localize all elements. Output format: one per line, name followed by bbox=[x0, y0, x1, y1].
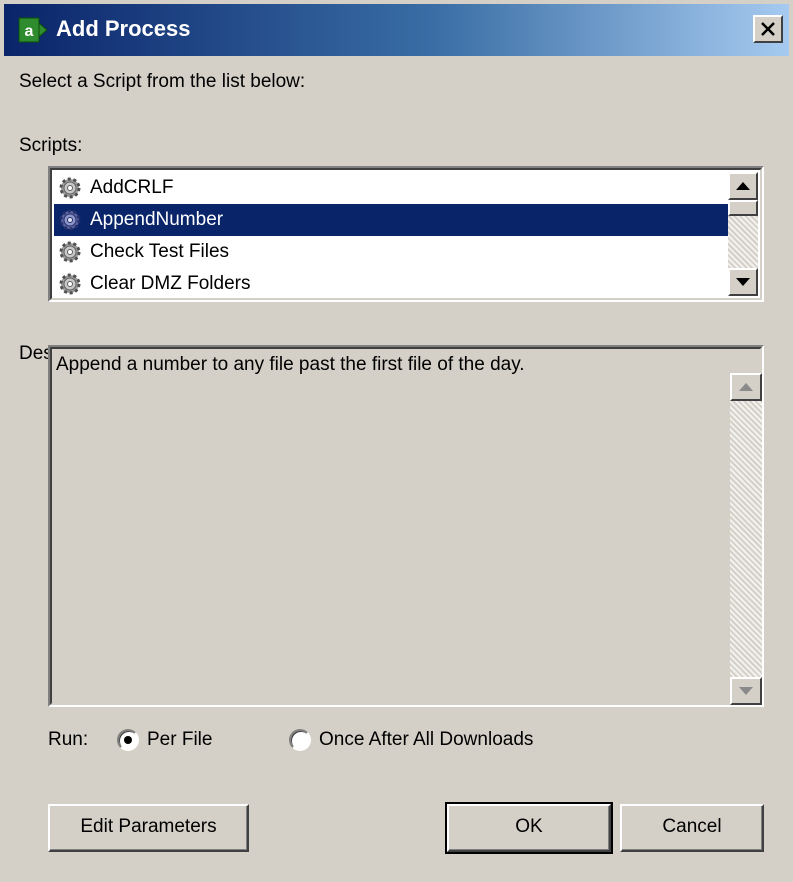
close-button[interactable] bbox=[753, 15, 783, 43]
gear-icon bbox=[59, 177, 81, 199]
arrow-down-icon bbox=[736, 278, 750, 286]
add-process-dialog: a Add Process Select a Script from the l… bbox=[0, 0, 793, 882]
gear-icon bbox=[59, 273, 81, 295]
cancel-button[interactable]: Cancel bbox=[620, 804, 764, 852]
description-box: Append a number to any file past the fir… bbox=[48, 345, 764, 707]
gear-icon bbox=[59, 209, 81, 231]
arrow-up-icon bbox=[739, 383, 753, 391]
list-item-label: Clear DMZ Folders bbox=[90, 273, 251, 294]
description-text: Append a number to any file past the fir… bbox=[56, 354, 525, 375]
radio-per-file[interactable] bbox=[117, 729, 139, 751]
list-item[interactable]: Clear DMZ Folders bbox=[58, 268, 726, 300]
description-box-inner bbox=[50, 347, 762, 705]
radio-once-after-all-downloads[interactable] bbox=[289, 729, 311, 751]
radio-per-file-label[interactable]: Per File bbox=[147, 728, 212, 752]
title-bar[interactable]: a Add Process bbox=[4, 4, 789, 56]
scroll-up-button[interactable] bbox=[728, 172, 758, 200]
description-scrollbar[interactable] bbox=[730, 373, 762, 705]
scroll-thumb[interactable] bbox=[728, 200, 758, 216]
close-icon bbox=[761, 22, 775, 36]
svg-text:a: a bbox=[25, 23, 34, 40]
radio-checked-dot bbox=[124, 736, 132, 744]
scroll-down-button[interactable] bbox=[728, 268, 758, 296]
list-item-label: AppendNumber bbox=[88, 206, 226, 234]
list-item[interactable]: AddCRLF bbox=[58, 172, 726, 204]
app-icon: a bbox=[18, 17, 48, 43]
scripts-scrollbar[interactable] bbox=[728, 172, 758, 296]
list-item-selected[interactable]: AppendNumber bbox=[54, 204, 730, 236]
radio-once-after-all-downloads-label[interactable]: Once After All Downloads bbox=[319, 728, 533, 752]
scroll-up-button[interactable] bbox=[730, 373, 762, 401]
scroll-down-button[interactable] bbox=[730, 677, 762, 705]
scripts-label: Scripts: bbox=[19, 135, 83, 156]
instruction-text: Select a Script from the list below: bbox=[19, 71, 306, 92]
scripts-list[interactable]: AddCRLF AppendNumber Check Test Files Cl… bbox=[48, 166, 764, 302]
window-title: Add Process bbox=[56, 16, 191, 41]
run-label: Run: bbox=[48, 729, 89, 750]
edit-parameters-button[interactable]: Edit Parameters bbox=[48, 804, 249, 852]
arrow-down-icon bbox=[739, 687, 753, 695]
list-item[interactable]: Check Test Files bbox=[58, 236, 726, 268]
list-item-label: Check Test Files bbox=[90, 241, 230, 262]
list-item-label: AddCRLF bbox=[90, 177, 174, 198]
ok-button[interactable]: OK bbox=[445, 802, 613, 854]
gear-icon bbox=[59, 241, 81, 263]
arrow-up-icon bbox=[736, 182, 750, 190]
